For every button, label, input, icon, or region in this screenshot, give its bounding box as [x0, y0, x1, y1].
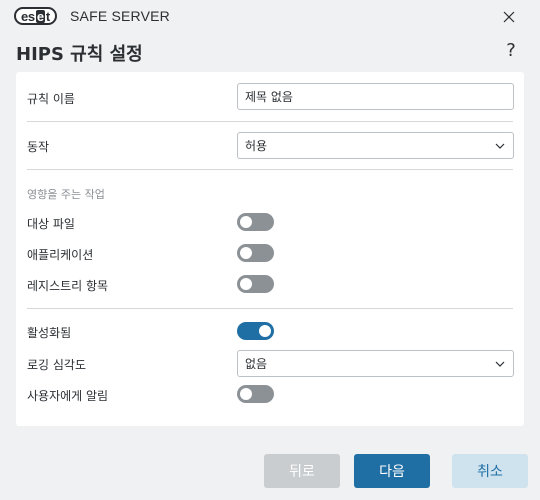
rule-name-input[interactable]	[237, 83, 514, 110]
logging-severity-label: 로깅 심각도	[27, 358, 87, 372]
affected-operations-heading: 영향을 주는 작업	[27, 188, 105, 201]
rule-name-label: 규칙 이름	[27, 92, 75, 106]
logging-severity-value: 없음	[245, 357, 268, 371]
action-select[interactable]: 허용	[237, 132, 514, 159]
cancel-button[interactable]: 취소	[452, 454, 528, 488]
target-files-label: 대상 파일	[27, 217, 75, 231]
action-label: 동작	[27, 140, 50, 154]
chevron-down-icon	[494, 140, 506, 152]
enabled-label: 활성화됨	[27, 326, 72, 340]
enabled-toggle[interactable]	[237, 322, 274, 340]
logo-badge: es e t	[14, 7, 57, 25]
logo-text-part-3: t	[45, 8, 50, 24]
notify-user-label: 사용자에게 알림	[27, 389, 109, 403]
notify-user-toggle[interactable]	[237, 385, 274, 403]
logging-severity-select[interactable]: 없음	[237, 350, 514, 377]
page-title: HIPS 규칙 설정	[16, 44, 143, 65]
toggle-knob	[240, 278, 252, 290]
toggle-knob	[240, 216, 252, 228]
divider	[27, 308, 513, 309]
next-button[interactable]: 다음	[354, 454, 430, 488]
close-icon	[503, 11, 515, 23]
toggle-knob	[240, 388, 252, 400]
target-files-toggle[interactable]	[237, 213, 274, 231]
logo-text-part-2: e	[35, 8, 45, 24]
logo-text-part-1: es	[21, 8, 35, 24]
applications-toggle[interactable]	[237, 244, 274, 262]
divider	[27, 169, 513, 170]
toggle-knob	[240, 247, 252, 259]
chevron-down-icon	[494, 358, 506, 370]
action-select-value: 허용	[245, 139, 268, 153]
divider	[27, 121, 513, 122]
eset-logo: es e t	[14, 7, 57, 25]
product-name: SAFE SERVER	[70, 8, 170, 24]
settings-panel: 규칙 이름 동작 허용 영향을 주는 작업 대상 파일 애플리케이션 레지스트리…	[16, 72, 524, 426]
applications-label: 애플리케이션	[27, 248, 94, 262]
help-button[interactable]: ?	[503, 40, 519, 62]
registry-entries-label: 레지스트리 항목	[27, 279, 109, 293]
back-button[interactable]: 뒤로	[264, 454, 340, 488]
toggle-knob	[259, 325, 271, 337]
close-button[interactable]	[498, 6, 520, 28]
registry-entries-toggle[interactable]	[237, 275, 274, 293]
title-bar: es e t SAFE SERVER	[0, 0, 540, 32]
